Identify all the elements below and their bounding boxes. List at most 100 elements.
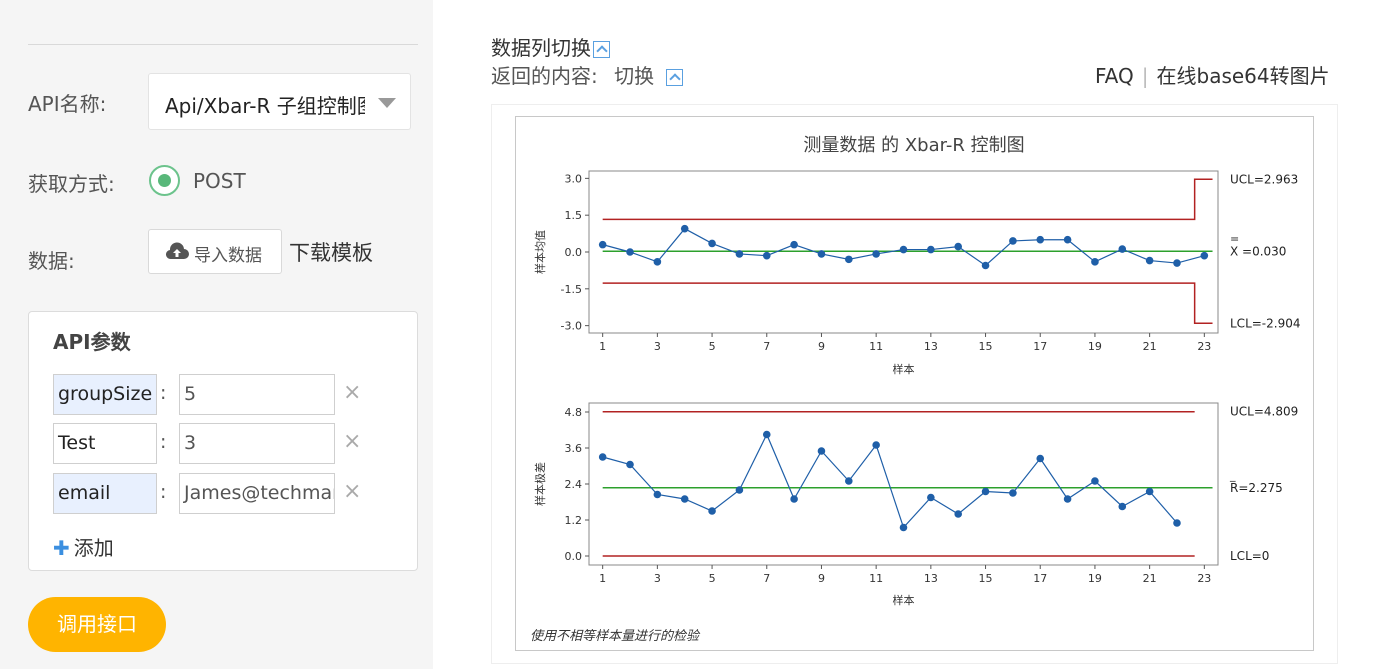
return-content-row: 返回的内容: 切换 <box>491 60 684 89</box>
data-point <box>680 495 689 503</box>
data-point <box>1145 256 1154 265</box>
x-axis-label: 样本 <box>893 593 915 607</box>
y-tick-label: 3.0 <box>565 172 583 185</box>
x-tick-label: 19 <box>1088 340 1102 353</box>
param-value-input[interactable]: James@techmark.com <box>179 473 335 514</box>
data-point <box>626 460 634 469</box>
data-point <box>1091 258 1099 266</box>
import-data-button[interactable]: 导入数据 <box>148 229 282 274</box>
data-point <box>708 507 716 515</box>
y-tick-label: 1.2 <box>565 514 583 527</box>
api-name-select[interactable]: Api/Xbar-R 子组控制图 <box>148 73 411 130</box>
import-data-label: 导入数据 <box>194 246 262 266</box>
data-point <box>1009 237 1017 245</box>
x-tick-label: 3 <box>654 572 661 585</box>
api-name-value: Api/Xbar-R 子组控制图 <box>165 94 365 118</box>
x-tick-label: 13 <box>924 340 938 353</box>
data-point <box>927 493 935 502</box>
data-point <box>981 487 990 496</box>
api-params-panel: API参数 groupSize : 5 × Test : 3 × email :… <box>28 311 418 571</box>
ucl-label: UCL=2.963 <box>1230 172 1298 186</box>
y-axis-label: 样本极差 <box>533 462 547 506</box>
ucl-label: UCL=4.809 <box>1230 405 1298 419</box>
data-point <box>899 245 908 254</box>
help-links: FAQ | 在线base64转图片 <box>1095 60 1330 89</box>
param-colon: : <box>160 431 167 453</box>
data-point <box>954 510 962 518</box>
data-point <box>1063 495 1072 503</box>
center-label: R=2.275 <box>1230 481 1283 495</box>
param-value-input[interactable]: 5 <box>179 374 335 415</box>
download-template-link[interactable]: 下载模板 <box>289 237 373 267</box>
api-name-label: API名称: <box>28 92 107 116</box>
switch-link[interactable]: 切换 <box>614 64 654 88</box>
data-point <box>927 245 935 254</box>
data-point <box>1173 259 1181 267</box>
data-point <box>735 250 744 258</box>
data-point <box>598 453 607 461</box>
xbar-r-chart: 测量数据 的 Xbar-R 控制图3.01.50.0-1.5-3.01 3 5 7 9 1… <box>530 135 1301 644</box>
left-panel: API名称: Api/Xbar-R 子组控制图 获取方式: POST 数据: 导… <box>0 0 433 669</box>
cloud-upload-icon <box>165 242 189 260</box>
data-point <box>1118 245 1127 253</box>
remove-param-icon[interactable]: × <box>343 429 361 454</box>
data-point <box>981 261 990 270</box>
plot-area <box>588 402 1219 566</box>
param-key-input[interactable]: email <box>53 473 157 514</box>
x-tick-label: 9 <box>818 572 825 585</box>
chevron-down-icon <box>378 98 396 108</box>
x-tick-label: 17 <box>1033 340 1047 353</box>
collapse-icon[interactable] <box>593 41 610 58</box>
param-key-input[interactable]: groupSize <box>53 374 157 415</box>
data-point <box>653 258 662 266</box>
api-params-title: API参数 <box>53 330 131 354</box>
x-tick-label: 11 <box>869 340 883 353</box>
data-point <box>735 486 744 494</box>
param-key-input[interactable]: Test <box>53 423 157 464</box>
base64-link[interactable]: 在线base64转图片 <box>1157 64 1330 88</box>
chart-title: 测量数据 的 Xbar-R 控制图 <box>803 135 1024 156</box>
data-point <box>817 447 826 455</box>
data-point <box>845 255 853 264</box>
collapse-icon[interactable] <box>666 69 684 86</box>
x-tick-label: 5 <box>709 572 716 585</box>
y-tick-label: -3.0 <box>561 320 582 333</box>
x-tick-label: 7 <box>763 572 770 585</box>
data-point <box>1118 502 1127 511</box>
add-param-label: 添加 <box>73 536 114 560</box>
faq-link[interactable]: FAQ <box>1095 64 1134 88</box>
return-content-label: 返回的内容: <box>491 64 598 88</box>
chart-frame: 测量数据 的 Xbar-R 控制图 3.0 1.5 0.0 -1.5 -3.0 1 3 5 7 9 1… <box>515 116 1314 651</box>
data-point <box>954 242 962 251</box>
x-tick-label: 7 <box>763 340 770 353</box>
x-tick-label: 21 <box>1143 572 1157 585</box>
data-point <box>626 248 634 256</box>
data-point <box>762 251 771 260</box>
plus-icon: ✚ <box>53 536 70 560</box>
remove-param-icon[interactable]: × <box>343 479 361 504</box>
y-tick-label: 2.4 <box>565 478 583 491</box>
x-tick-label: 5 <box>709 340 716 353</box>
x-tick-label: 19 <box>1088 572 1102 585</box>
x-tick-label: 9 <box>818 340 825 353</box>
add-param-button[interactable]: ✚ 添加 <box>53 532 114 561</box>
data-point <box>1009 489 1017 497</box>
ucl-line <box>602 178 1213 221</box>
center-label: X =0.030 <box>1230 244 1286 258</box>
data-point <box>708 239 716 248</box>
remove-param-icon[interactable]: × <box>343 380 361 405</box>
data-point <box>1200 251 1209 260</box>
data-point <box>872 250 880 258</box>
param-value-input[interactable]: 3 <box>179 423 335 464</box>
data-point <box>1145 487 1154 496</box>
series-line <box>602 433 1178 529</box>
x-tick-label: 15 <box>979 340 993 353</box>
x-tick-label: 21 <box>1143 340 1157 353</box>
y-tick-label: -1.5 <box>561 283 582 296</box>
x-tick-label: 1 <box>599 572 606 585</box>
call-api-button[interactable]: 调用接口 <box>28 597 166 652</box>
method-label: 获取方式: <box>28 172 115 196</box>
data-point <box>1036 235 1045 244</box>
post-radio[interactable] <box>149 165 180 196</box>
x-axis-label: 样本 <box>893 362 915 376</box>
